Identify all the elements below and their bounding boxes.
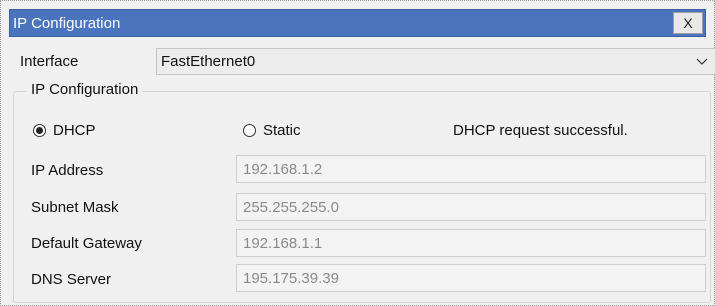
title-bar[interactable]: IP Configuration X <box>9 9 706 37</box>
dhcp-radio[interactable]: DHCP <box>33 122 96 139</box>
static-radio[interactable]: Static <box>243 122 301 139</box>
dhcp-label: DHCP <box>53 122 96 139</box>
default-gateway-label: Default Gateway <box>31 235 142 252</box>
window-title: IP Configuration <box>13 15 121 32</box>
ip-configuration-window: IP Configuration X Interface FastEtherne… <box>0 0 715 306</box>
radio-checked-icon <box>33 124 46 137</box>
ip-address-label: IP Address <box>31 162 104 179</box>
subnet-mask-field[interactable] <box>236 193 706 221</box>
dns-server-field[interactable] <box>236 264 706 292</box>
chevron-down-icon <box>695 52 709 70</box>
interface-label: Interface <box>20 53 79 70</box>
interface-selected-value: FastEthernet0 <box>161 53 256 70</box>
ip-configuration-group-title: IP Configuration <box>27 81 143 98</box>
interface-select[interactable]: FastEthernet0 <box>156 48 715 75</box>
default-gateway-field[interactable] <box>236 229 706 257</box>
static-label: Static <box>263 122 301 139</box>
dns-server-label: DNS Server <box>31 271 112 288</box>
dhcp-status-text: DHCP request successful. <box>453 122 628 139</box>
subnet-mask-label: Subnet Mask <box>31 199 119 216</box>
close-button[interactable]: X <box>673 12 703 34</box>
radio-unchecked-icon <box>243 124 256 137</box>
ip-address-field[interactable] <box>236 155 706 183</box>
